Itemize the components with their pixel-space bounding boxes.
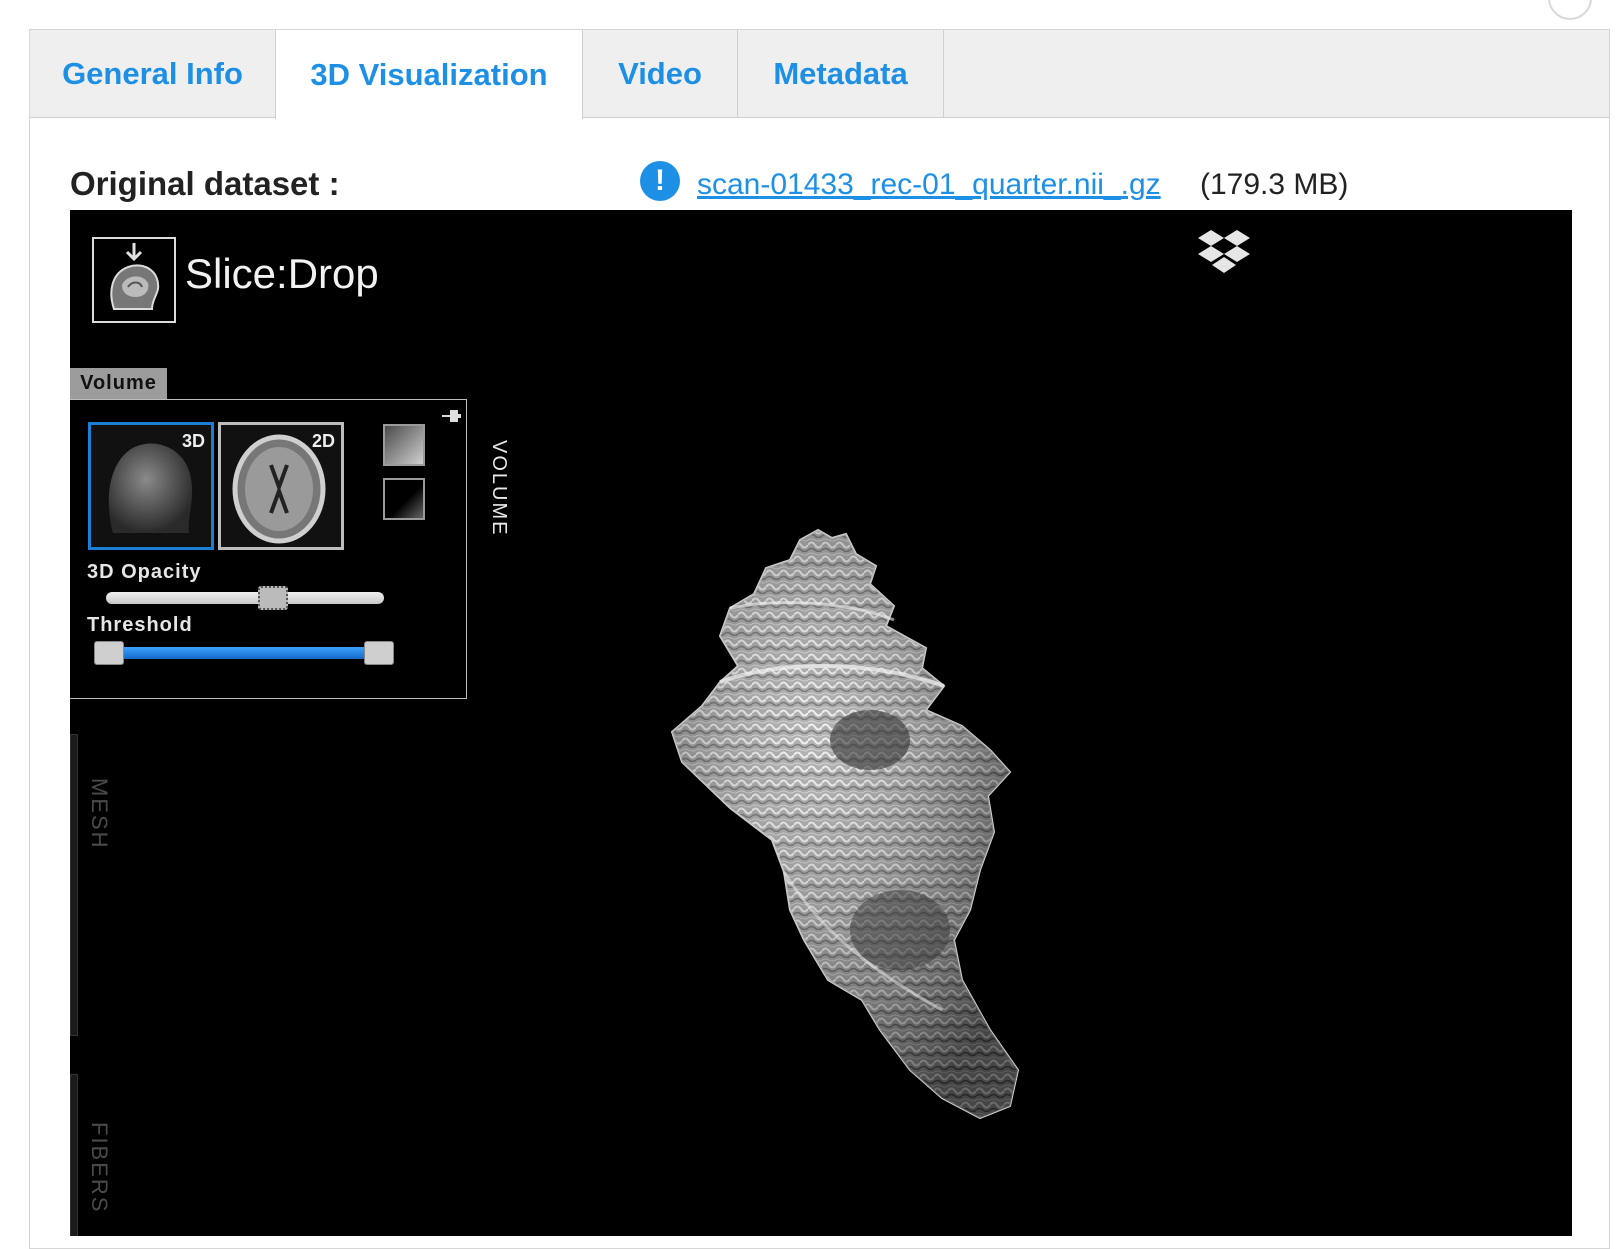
opacity-label: 3D Opacity [87,561,202,583]
dataset-file-link[interactable]: scan-01433_rec-01_quarter.nii_.gz [697,168,1161,202]
tab-bar: General Info 3D Visualization Video Meta… [30,30,1609,119]
threshold-label: Threshold [87,614,193,636]
opacity-slider[interactable] [106,592,384,604]
dataset-file-size: (179.3 MB) [1200,168,1349,201]
render-2d-thumbnail[interactable]: 2D [218,422,344,550]
tab-3d-visualization[interactable]: 3D Visualization [275,30,583,119]
fibers-side-label[interactable]: FIBERS [86,1122,112,1213]
info-icon[interactable]: ! [640,161,680,201]
tab-video[interactable]: Video [583,30,738,118]
volume-tab[interactable]: Volume [70,368,167,399]
volume-side-label[interactable]: VOLUME [480,440,510,550]
dataset-label: Original dataset : [70,165,340,202]
slicedrop-viewer[interactable]: Slice:Drop Volume 3D 2D 3D Opacity Thres… [70,210,1572,1236]
slicedrop-logo-text: Slice:Drop [185,250,379,297]
thumb-3d-tag: 3D [181,431,205,451]
volume-panel: 3D 2D 3D Opacity Threshold [70,399,467,699]
slicedrop-logo-icon [92,237,176,323]
threshold-max-handle[interactable] [364,641,394,665]
pin-icon[interactable] [442,408,462,431]
threshold-range-fill [109,647,379,659]
mesh-panel-edge [70,734,78,1036]
thumb-2d-tag: 2D [311,431,335,451]
tab-general-info[interactable]: General Info [30,30,276,118]
opacity-slider-handle[interactable] [257,586,288,610]
3d-shell-render[interactable] [570,510,1110,1150]
dropbox-icon[interactable] [1198,228,1250,281]
fibers-panel-edge [70,1074,78,1236]
threshold-min-handle[interactable] [94,641,124,665]
render-3d-thumbnail[interactable]: 3D [88,422,214,550]
color-picker-dark-button[interactable] [383,478,425,520]
top-strip [0,0,1622,30]
top-right-icon[interactable] [1548,0,1592,20]
color-picker-light-button[interactable] [383,424,425,466]
mesh-side-label[interactable]: MESH [86,778,112,850]
tab-metadata[interactable]: Metadata [738,30,944,118]
